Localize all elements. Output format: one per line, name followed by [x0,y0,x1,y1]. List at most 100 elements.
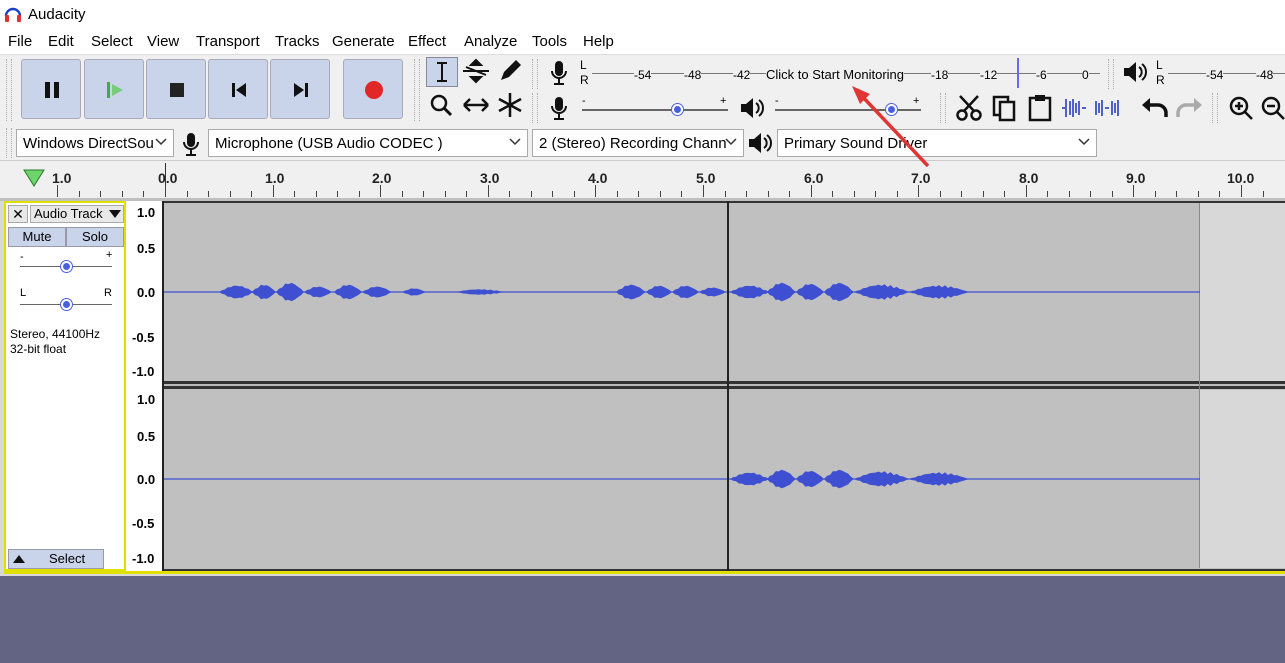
undo-icon[interactable] [1140,95,1170,121]
chevron-down-icon [509,138,521,146]
waveform-segment [646,285,672,299]
ruler-tick [315,191,317,197]
gain-plus-label: + [106,249,113,261]
solo-button[interactable]: Solo [66,227,124,247]
menu-tools[interactable]: Tools [532,33,567,50]
ruler-tick [681,191,683,197]
record-meter-mic-icon[interactable] [548,59,570,87]
menu-help[interactable]: Help [583,33,614,50]
zoom-out-icon[interactable] [1260,95,1285,121]
recording-device-select[interactable]: Microphone (USB Audio CODEC ) [208,129,528,157]
copy-icon[interactable] [990,93,1020,123]
ruler-tick [401,191,403,197]
y-axis-label: 0.5 [137,429,156,444]
menu-tracks[interactable]: Tracks [275,33,319,50]
menu-analyze[interactable]: Analyze [464,33,517,50]
pan-slider[interactable]: L R [18,287,114,311]
waveform-segment [796,470,824,488]
meter-tick: -6 [1036,68,1047,82]
play-meter[interactable]: -54 -48 [1168,57,1285,89]
triangle-down-icon [109,210,121,218]
chevron-down-icon [1078,138,1090,146]
ruler-tick [703,185,704,197]
ruler-tick [638,191,640,197]
redo-icon[interactable] [1174,95,1204,121]
skip-to-start-button[interactable] [208,59,268,119]
waveform-segment [699,287,726,297]
time-shift-tool[interactable] [460,91,492,121]
i-beam-icon [437,62,447,82]
mute-button[interactable]: Mute [8,227,66,247]
y-axis-label: 0.5 [137,241,156,256]
draw-tool[interactable] [495,57,527,87]
annotation-arrow [852,86,930,168]
gain-minus-label: - [20,251,24,263]
track-bit-depth-info: 32-bit float [10,342,67,356]
meter-tick: -42 [733,68,751,82]
toolbar-grip[interactable] [532,93,538,123]
trim-audio-icon[interactable] [1060,95,1088,121]
menu-edit[interactable]: Edit [48,33,74,50]
paste-icon[interactable] [1025,93,1055,123]
ruler-tick [100,191,102,197]
y-axis-label: 1.0 [137,205,156,220]
multi-tool[interactable] [495,91,527,121]
toolbar-grip[interactable] [6,59,12,121]
menu-view[interactable]: View [147,33,179,50]
stop-button[interactable] [146,59,206,119]
menu-effect[interactable]: Effect [408,33,446,50]
ruler-tick [1025,185,1027,197]
ruler-tick [832,191,834,197]
meter-l-label: L [1156,58,1163,72]
ruler-tick [1047,191,1049,197]
ruler-tick [1090,191,1092,197]
menu-transport[interactable]: Transport [196,33,260,50]
zoom-tool[interactable] [426,91,458,121]
envelope-icon [463,58,489,84]
cut-icon[interactable] [954,93,984,123]
recording-channels-select[interactable]: 2 (Stereo) Recording Chann [532,129,744,157]
ruler-tick [78,191,80,197]
ruler-tick [1133,185,1135,197]
toolbar-grip[interactable] [6,128,12,158]
waveform-segment [730,285,769,299]
toolbar-grip[interactable] [1212,93,1218,123]
skip-to-end-button[interactable] [270,59,330,119]
gain-slider[interactable]: - + [18,249,114,275]
ruler-tick [616,191,618,197]
zoom-in-icon[interactable] [1228,95,1256,121]
ruler-tick [896,191,898,197]
silence-audio-icon[interactable] [1093,95,1121,121]
meter-r-label: R [580,73,589,87]
menu-select[interactable]: Select [91,33,133,50]
meter-tick: -12 [980,68,998,82]
menu-bar: File Edit Select View Transport Tracks G… [0,29,1285,54]
close-track-button[interactable]: ✕ [8,205,28,223]
play-button[interactable] [84,59,144,119]
record-button[interactable] [343,59,403,119]
timeline-ruler[interactable]: 1.0 0.0 1.0 2.0 3.0 4.0 5.0 6.0 7.0 8.0 … [0,160,1285,198]
toolbar-grip[interactable] [1108,59,1114,89]
ruler-tick [165,185,166,197]
envelope-tool[interactable] [460,57,492,87]
audio-host-select[interactable]: Windows DirectSou [16,129,174,157]
track-name-menu[interactable]: Audio Track [30,205,124,223]
double-arrow-icon [463,98,489,112]
chevron-down-icon [155,138,167,146]
pause-button[interactable] [21,59,81,119]
select-track-button[interactable]: Select [8,549,104,569]
waveform-right-shapes [730,469,969,489]
pan-l-label: L [20,287,27,299]
toolbar-grip[interactable] [414,59,420,121]
toolbar-grip[interactable] [940,93,946,123]
ruler-tick [595,185,597,197]
play-meter-speaker-icon[interactable] [1121,59,1147,85]
waveform-segment [824,469,854,489]
ruler-tick [423,191,425,197]
toolbar-grip[interactable] [532,59,538,89]
ruler-tick [358,191,360,197]
recording-volume-slider[interactable]: - + [580,95,730,119]
selection-tool[interactable] [426,57,458,87]
menu-generate[interactable]: Generate [332,33,395,50]
menu-file[interactable]: File [8,33,32,50]
